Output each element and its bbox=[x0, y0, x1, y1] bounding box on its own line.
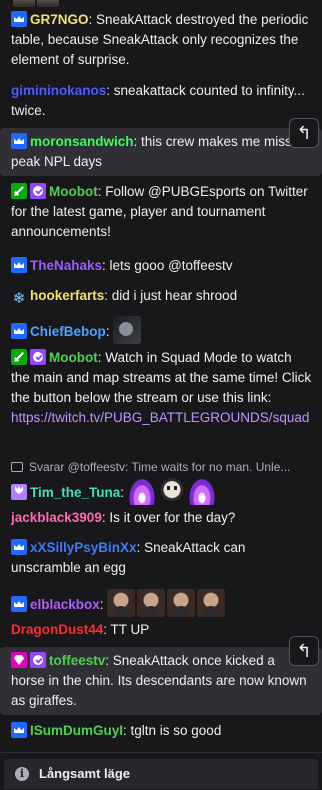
username[interactable]: ISumDumGuyI bbox=[30, 723, 123, 738]
chat-message-highlighted: moronsandwich: this crew makes me miss p… bbox=[0, 128, 322, 176]
chat-message: ISumDumGuyI: tgltn is so good bbox=[0, 721, 322, 741]
reply-button[interactable]: ↰ bbox=[289, 118, 319, 148]
slow-mode-label: Långsamt läge bbox=[39, 766, 131, 781]
prime-badge-icon[interactable] bbox=[11, 722, 27, 738]
message-text: : did i just hear shrood bbox=[104, 288, 238, 303]
verified-bot-badge-icon[interactable] bbox=[30, 349, 46, 365]
prime-badge-icon[interactable] bbox=[11, 323, 27, 339]
chat-message: xXSillyPsyBinXx: SneakAttack can unscram… bbox=[0, 538, 322, 578]
username[interactable]: DragonDust44 bbox=[11, 622, 103, 637]
face-emote[interactable] bbox=[167, 589, 196, 617]
prime-badge-icon[interactable] bbox=[11, 539, 27, 555]
username[interactable]: jackblack3909 bbox=[11, 510, 102, 525]
chat-message: TheNahaks: lets gooo @toffeestv bbox=[0, 256, 322, 276]
username[interactable]: GR7NGO bbox=[30, 12, 89, 27]
info-icon: i bbox=[15, 767, 29, 781]
message-text: : TT UP bbox=[103, 622, 150, 637]
emote-partial bbox=[13, 0, 35, 7]
username[interactable]: moronsandwich bbox=[30, 134, 134, 149]
prime-badge-icon[interactable] bbox=[11, 11, 27, 27]
chat-message: Moobot: Follow @PUBGEsports on Twitter f… bbox=[0, 182, 322, 242]
message-text: : tgltn is so good bbox=[123, 723, 222, 738]
reply-button[interactable]: ↰ bbox=[289, 636, 319, 666]
face-emote[interactable] bbox=[107, 589, 136, 617]
emote-partial bbox=[37, 0, 59, 7]
chat-message: DragonDust44: TT UP bbox=[0, 620, 322, 640]
face-emote[interactable] bbox=[137, 589, 166, 617]
username[interactable]: Moobot bbox=[49, 184, 98, 199]
chat-message-list: GR7NGO: SneakAttack destroyed the period… bbox=[0, 0, 322, 752]
purple-fire-emote[interactable] bbox=[187, 477, 216, 505]
tulip-badge-icon[interactable] bbox=[11, 484, 27, 500]
purple-fire-emote[interactable] bbox=[127, 477, 156, 505]
message-text: : Is it over for the day? bbox=[101, 510, 236, 525]
moderator-badge-icon[interactable] bbox=[11, 183, 27, 199]
squad-mode-link[interactable]: https://twitch.tv/PUBG_BATTLEGROUNDS/squ… bbox=[11, 410, 309, 425]
message-text: : bbox=[99, 597, 104, 612]
username[interactable]: elblackbox bbox=[30, 597, 100, 612]
reply-context-text: Svarar @toffeestv: Time waits for no man… bbox=[29, 460, 291, 474]
reply-context[interactable]: Svarar @toffeestv: Time waits for no man… bbox=[11, 457, 311, 477]
chat-message: Tim_the_Tuna: bbox=[0, 477, 322, 505]
reply-arrow-icon: ↰ bbox=[296, 123, 312, 143]
message-text: : lets gooo @toffeestv bbox=[102, 258, 233, 273]
face-emote[interactable] bbox=[197, 589, 226, 617]
moderator-badge-icon[interactable] bbox=[11, 349, 27, 365]
snowflake-badge-icon[interactable]: ❄ bbox=[11, 291, 27, 307]
message-text: : bbox=[105, 324, 110, 339]
verified-bot-badge-icon[interactable] bbox=[30, 183, 46, 199]
chat-message: jackblack3909: Is it over for the day? bbox=[0, 508, 322, 528]
chat-message: Moobot: Watch in Squad Mode to watch the… bbox=[0, 348, 322, 428]
username[interactable]: xXSillyPsyBinXx bbox=[30, 540, 137, 555]
username[interactable]: TheNahaks bbox=[30, 258, 102, 273]
skull-emote[interactable] bbox=[157, 477, 186, 505]
dark-emote[interactable] bbox=[113, 316, 142, 344]
reply-arrow-icon: ↰ bbox=[296, 641, 312, 661]
username[interactable]: Moobot bbox=[49, 350, 98, 365]
prime-badge-icon[interactable] bbox=[11, 596, 27, 612]
username[interactable]: ChiefBebop bbox=[30, 324, 106, 339]
prime-badge-icon[interactable] bbox=[11, 257, 27, 273]
username[interactable]: toffeestv bbox=[49, 653, 105, 668]
vip-badge-icon[interactable] bbox=[11, 652, 27, 668]
chat-message: elblackbox: bbox=[0, 589, 322, 617]
chat-message: gimininokanos: sneakattack counted to in… bbox=[0, 81, 322, 121]
username[interactable]: hookerfarts bbox=[30, 288, 104, 303]
chat-message: GR7NGO: SneakAttack destroyed the period… bbox=[0, 10, 322, 70]
verified-badge-icon[interactable] bbox=[30, 652, 46, 668]
message-text: : bbox=[120, 485, 125, 500]
chat-footer: i Långsamt läge bbox=[0, 752, 322, 790]
prime-badge-icon[interactable] bbox=[11, 133, 27, 149]
username[interactable]: gimininokanos bbox=[11, 83, 106, 98]
chat-message: ❄ hookerfarts: did i just hear shrood bbox=[0, 286, 322, 307]
chat-message-highlighted: toffeestv: SneakAttack once kicked a hor… bbox=[0, 647, 322, 715]
username[interactable]: Tim_the_Tuna bbox=[30, 485, 120, 500]
reply-thread-icon bbox=[11, 462, 23, 472]
slow-mode-banner[interactable]: i Långsamt läge bbox=[4, 759, 318, 789]
chat-message: ChiefBebop: bbox=[0, 316, 322, 344]
